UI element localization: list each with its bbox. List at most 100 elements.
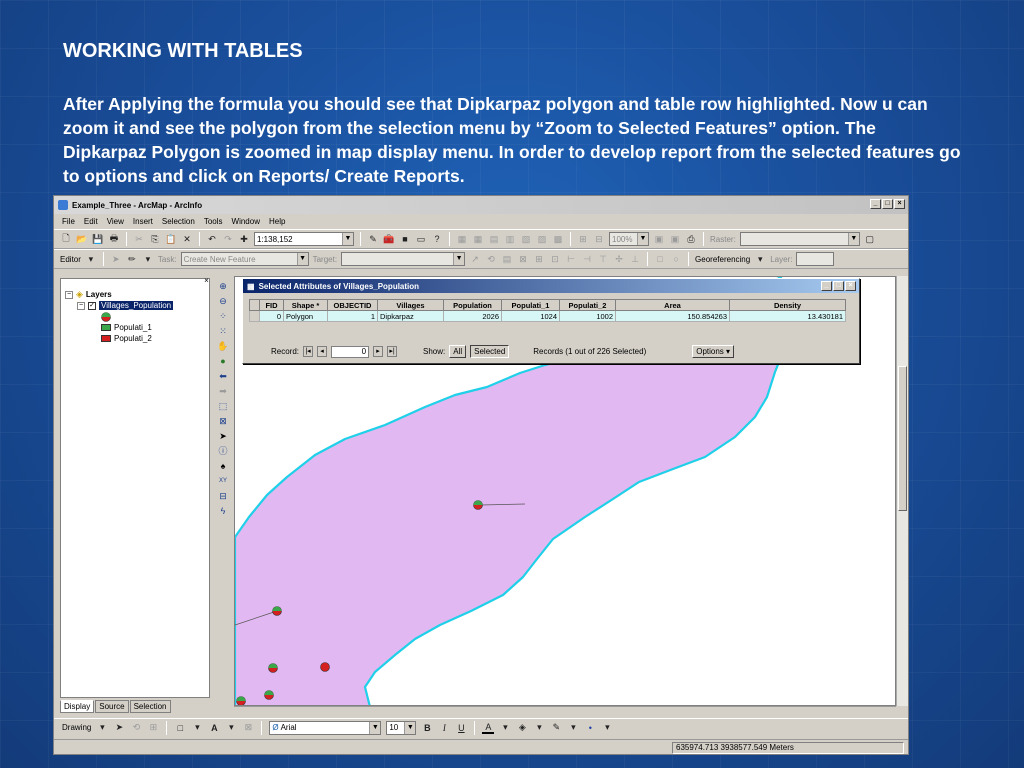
rectangle-icon[interactable]: □ <box>174 722 186 734</box>
font-color-icon[interactable]: A <box>482 722 495 734</box>
previous-record-button[interactable]: ◂ <box>317 346 328 357</box>
menu-help[interactable]: Help <box>269 217 285 226</box>
collapse-icon[interactable]: − <box>77 301 85 310</box>
chevron-down-icon[interactable]: ▾ <box>191 722 203 734</box>
village-pie-symbol[interactable] <box>473 500 483 510</box>
hyperlink-icon[interactable]: ϟ <box>217 505 230 518</box>
task-combo[interactable]: Create New Feature ▼ <box>180 252 309 266</box>
chevron-down-icon[interactable]: ▾ <box>533 722 545 734</box>
table-cell[interactable]: 1 <box>327 310 378 322</box>
editor-menu[interactable]: Editor <box>60 255 81 264</box>
table-cell[interactable]: Dipkarpaz <box>377 310 444 322</box>
next-record-button[interactable]: ▸ <box>373 346 384 357</box>
topology-icon[interactable]: ✢ <box>613 253 625 265</box>
font-size-combo[interactable]: 10 ▼ <box>386 720 417 735</box>
arctoolbox-icon[interactable]: 🧰 <box>383 233 395 245</box>
table-row[interactable]: 0 Polygon 1 Dipkarpaz 2026 1024 1002 150… <box>249 310 846 322</box>
sketch-tool-icon[interactable]: ✏ <box>126 253 138 265</box>
chevron-down-icon[interactable]: ▾ <box>499 722 511 734</box>
spatial-adjust-icon[interactable]: ⊞ <box>533 253 545 265</box>
open-icon[interactable]: 📂 <box>76 233 88 245</box>
chevron-down-icon[interactable]: ▾ <box>754 253 766 265</box>
village-pie-symbol[interactable] <box>320 662 330 672</box>
maximize-button[interactable]: □ <box>833 281 844 291</box>
toggle-draft-icon[interactable]: ▣ <box>653 233 665 245</box>
marker-color-icon[interactable]: • <box>584 722 596 734</box>
fill-color-icon[interactable]: ◈ <box>516 722 528 734</box>
column-header[interactable]: Populati_1 <box>501 299 560 311</box>
column-header[interactable]: FID <box>259 299 284 311</box>
bold-icon[interactable]: B <box>421 722 433 734</box>
show-selected-button[interactable]: Selected <box>470 345 510 358</box>
back-icon[interactable]: ⬅ <box>217 370 230 383</box>
line-color-icon[interactable]: ✎ <box>550 722 562 734</box>
select-features-icon[interactable]: ⬚ <box>217 400 230 413</box>
minimize-button[interactable]: _ <box>870 199 881 209</box>
window-icon[interactable]: ▭ <box>415 233 427 245</box>
layer-name[interactable]: Villages_Population <box>99 301 174 310</box>
collapse-icon[interactable]: − <box>65 290 73 299</box>
zoom-page-icon[interactable]: ⊟ <box>593 233 605 245</box>
chevron-down-icon[interactable]: ▾ <box>142 253 154 265</box>
clear-selection-icon[interactable]: ⊠ <box>217 415 230 428</box>
text-icon[interactable]: A <box>208 722 220 734</box>
pan-icon[interactable]: ✋ <box>217 340 230 353</box>
column-header[interactable]: OBJECTID <box>327 299 378 311</box>
zoom-in-icon[interactable]: ⊕ <box>217 280 230 293</box>
print-icon[interactable]: 🖶 <box>108 233 120 245</box>
topology-icon[interactable]: ⊥ <box>629 253 641 265</box>
copy-icon[interactable]: ⎘ <box>149 233 161 245</box>
close-button[interactable]: × <box>894 199 905 209</box>
italic-icon[interactable]: I <box>438 722 450 734</box>
column-header[interactable]: Populati_2 <box>559 299 616 311</box>
layout-tool-icon[interactable]: ▦ <box>472 233 484 245</box>
chevron-down-icon[interactable]: ▾ <box>567 722 579 734</box>
chevron-down-icon[interactable]: ▾ <box>85 253 97 265</box>
forward-icon[interactable]: ➡ <box>217 385 230 398</box>
layout-tool-icon[interactable]: ▧ <box>520 233 532 245</box>
chevron-down-icon[interactable]: ▾ <box>225 722 237 734</box>
chevron-down-icon[interactable]: ▼ <box>847 233 859 245</box>
measure-icon[interactable]: ⊟ <box>217 490 230 503</box>
layout-tool-icon[interactable]: ▥ <box>504 233 516 245</box>
layer-combo[interactable] <box>796 252 835 266</box>
row-selector-header[interactable] <box>249 299 260 311</box>
column-header[interactable]: Area <box>615 299 730 311</box>
redo-icon[interactable]: ↷ <box>222 233 234 245</box>
chevron-down-icon[interactable]: ▼ <box>342 233 353 245</box>
topology-icon[interactable]: ○ <box>670 253 682 265</box>
print-preview-icon[interactable]: ⎙ <box>685 233 697 245</box>
menu-file[interactable]: File <box>62 217 75 226</box>
chevron-down-icon[interactable]: ▼ <box>637 233 648 245</box>
identify-icon[interactable]: ⓘ <box>217 445 230 458</box>
table-cell[interactable]: 1024 <box>501 310 560 322</box>
select-elements-icon[interactable]: ➤ <box>113 722 125 734</box>
menu-window[interactable]: Window <box>232 217 260 226</box>
column-header[interactable]: Density <box>729 299 846 311</box>
column-header[interactable]: Shape * <box>283 299 328 311</box>
tab-selection[interactable]: Selection <box>129 700 171 713</box>
editor-toolbar-icon[interactable]: ✎ <box>367 233 379 245</box>
split-tool-icon[interactable]: ↗ <box>469 253 481 265</box>
village-pie-symbol[interactable] <box>268 663 278 673</box>
sketch-properties-icon[interactable]: ⊠ <box>517 253 529 265</box>
drawing-menu[interactable]: Drawing <box>62 723 91 732</box>
cut-icon[interactable]: ✂ <box>133 233 145 245</box>
table-cell[interactable]: 0 <box>259 310 284 322</box>
focus-frame-icon[interactable]: ▣ <box>669 233 681 245</box>
map-vertical-scrollbar[interactable] <box>896 276 908 706</box>
topology-icon[interactable]: ⊢ <box>565 253 577 265</box>
zoom-out-icon[interactable]: ⊖ <box>217 295 230 308</box>
go-to-xy-icon[interactable]: XY <box>217 475 230 488</box>
menu-selection[interactable]: Selection <box>162 217 195 226</box>
table-cell[interactable]: Polygon <box>283 310 328 322</box>
raster-tool-icon[interactable]: ▢ <box>864 233 876 245</box>
toolbox-icon[interactable]: ■ <box>399 233 411 245</box>
save-icon[interactable]: 💾 <box>92 233 104 245</box>
tab-source[interactable]: Source <box>95 700 129 713</box>
full-extent-icon[interactable]: ● <box>217 355 230 368</box>
layout-zoom-combo[interactable]: 100% ▼ <box>609 232 649 246</box>
options-button[interactable]: Options ▾ <box>692 345 735 358</box>
topology-icon[interactable]: □ <box>654 253 666 265</box>
close-button[interactable]: × <box>845 281 856 291</box>
